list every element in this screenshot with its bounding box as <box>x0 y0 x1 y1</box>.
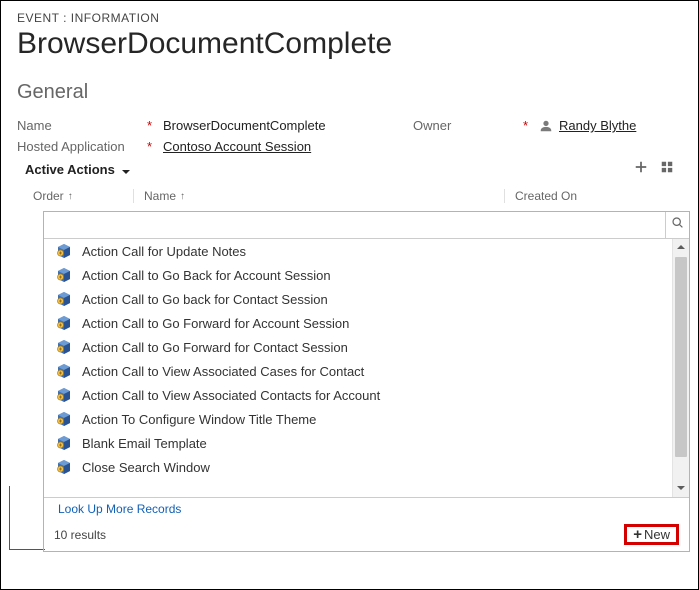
lookup-item[interactable]: Blank Email Template <box>44 431 672 455</box>
lookup-item-label: Action Call to Go Forward for Account Se… <box>82 316 349 331</box>
new-button[interactable]: + New <box>624 524 679 545</box>
action-call-icon <box>56 435 72 451</box>
action-call-icon <box>56 291 72 307</box>
lookup-search-input[interactable] <box>44 213 665 238</box>
column-header-created-label: Created On <box>515 189 577 203</box>
chevron-up-icon <box>676 239 686 257</box>
column-header-name-label: Name <box>144 189 176 203</box>
lookup-item[interactable]: Action To Configure Window Title Theme <box>44 407 672 431</box>
hosted-application-label: Hosted Application <box>17 139 147 154</box>
lookup-item-label: Blank Email Template <box>82 436 207 451</box>
lookup-item-label: Action Call to View Associated Contacts … <box>82 388 380 403</box>
new-button-label: New <box>644 527 670 542</box>
lookup-item[interactable]: Action Call to Go Forward for Account Se… <box>44 311 672 335</box>
required-marker: * <box>523 118 539 133</box>
page-title: BrowserDocumentComplete <box>17 27 682 61</box>
lookup-item[interactable]: Action Call to Go Forward for Contact Se… <box>44 335 672 359</box>
lookup-item-label: Action Call to Go Back for Account Sessi… <box>82 268 331 283</box>
lookup-dropdown: Action Call for Update Notes Action Call … <box>43 211 690 552</box>
lookup-item[interactable]: Action Call for Update Notes <box>44 239 672 263</box>
add-record-button[interactable] <box>634 160 648 179</box>
required-marker: * <box>147 139 163 154</box>
person-icon <box>539 119 553 133</box>
lookup-item-label: Action Call to Go Forward for Contact Se… <box>82 340 348 355</box>
active-actions-label: Active Actions <box>25 162 115 177</box>
lookup-item[interactable]: Action Call to Go back for Contact Sessi… <box>44 287 672 311</box>
scroll-up-button[interactable] <box>673 239 689 256</box>
results-count: 10 results <box>54 528 106 542</box>
name-label: Name <box>17 118 147 133</box>
action-call-icon <box>56 243 72 259</box>
action-call-icon <box>56 339 72 355</box>
action-call-icon <box>56 267 72 283</box>
lookup-item[interactable]: Action Call to View Associated Cases for… <box>44 359 672 383</box>
column-header-order[interactable]: Order ↑ <box>33 189 133 203</box>
sort-asc-icon: ↑ <box>68 191 73 202</box>
hosted-application-link[interactable]: Contoso Account Session <box>163 139 311 154</box>
action-call-icon <box>56 459 72 475</box>
lookup-item-label: Action Call to Go back for Contact Sessi… <box>82 292 328 307</box>
lookup-item-label: Action Call for Update Notes <box>82 244 246 259</box>
action-call-icon <box>56 387 72 403</box>
section-title-general: General <box>17 81 682 104</box>
lookup-item-label: Action To Configure Window Title Theme <box>82 412 316 427</box>
chevron-down-icon <box>121 165 131 175</box>
scroll-down-button[interactable] <box>673 480 689 497</box>
name-value[interactable]: BrowserDocumentComplete <box>163 118 383 133</box>
lookup-item[interactable]: Action Call to Go Back for Account Sessi… <box>44 263 672 287</box>
search-button[interactable] <box>665 212 689 238</box>
column-header-name[interactable]: Name ↑ <box>133 189 504 203</box>
tree-connector-line <box>9 486 45 550</box>
action-call-icon <box>56 363 72 379</box>
active-actions-toggle[interactable]: Active Actions <box>25 162 131 177</box>
search-icon <box>671 216 684 234</box>
action-call-icon <box>56 315 72 331</box>
sort-asc-icon: ↑ <box>180 191 185 202</box>
action-call-icon <box>56 411 72 427</box>
owner-link[interactable]: Randy Blythe <box>559 118 636 133</box>
plus-icon: + <box>633 527 642 542</box>
chevron-down-icon <box>676 480 686 498</box>
lookup-item[interactable]: Close Search Window <box>44 455 672 479</box>
lookup-item-label: Action Call to View Associated Cases for… <box>82 364 364 379</box>
owner-label: Owner <box>413 118 523 133</box>
scrollbar-thumb[interactable] <box>675 257 687 457</box>
scrollbar-track <box>672 239 689 497</box>
lookup-item-label: Close Search Window <box>82 460 210 475</box>
lookup-item[interactable]: Action Call to View Associated Contacts … <box>44 383 672 407</box>
required-marker: * <box>147 118 163 133</box>
view-grid-button[interactable] <box>660 160 674 179</box>
lookup-more-records-link[interactable]: Look Up More Records <box>44 498 689 520</box>
column-header-order-label: Order <box>33 189 64 203</box>
column-header-created-on[interactable]: Created On <box>504 189 674 203</box>
breadcrumb: EVENT : INFORMATION <box>17 11 682 25</box>
